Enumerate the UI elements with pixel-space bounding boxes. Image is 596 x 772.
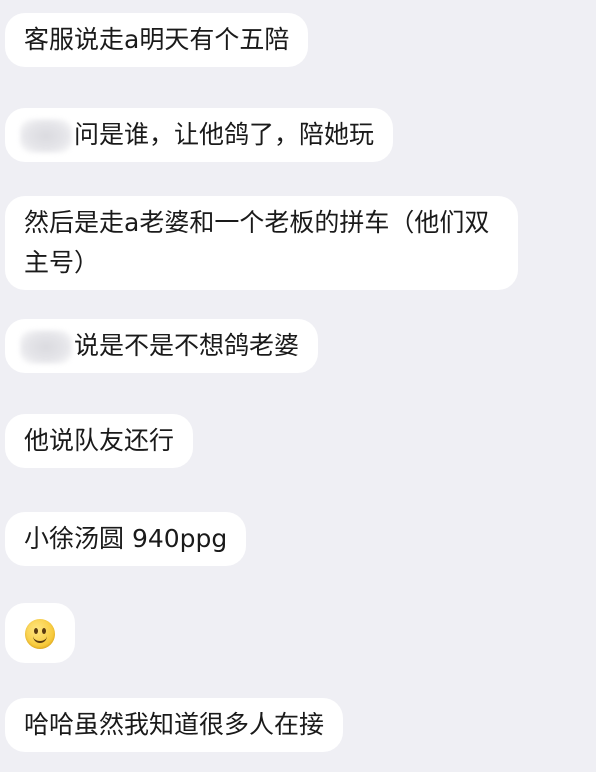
message-text: 他说队友还行 [24, 426, 175, 455]
message-text: 客服说走a明天有个五陪 [24, 25, 290, 54]
message-bubble-8[interactable]: 哈哈虽然我知道很多人在接 [5, 698, 344, 752]
chat-message-list[interactable]: 客服说走a明天有个五陪 问是谁，让他鸽了，陪她玩 然后是走a老婆和一个老板的拼车… [0, 0, 596, 772]
message-bubble-3[interactable]: 然后是走a老婆和一个老板的拼车（他们双主号） [5, 196, 518, 290]
message-bubble-2[interactable]: 问是谁，让他鸽了，陪她玩 [5, 108, 394, 162]
message-bubble-1[interactable]: 客服说走a明天有个五陪 [5, 13, 309, 67]
message-text: 然后是走a老婆和一个老板的拼车（他们双主号） [24, 208, 490, 277]
message-text: 小徐汤圆 940ppg [24, 524, 228, 553]
message-bubble-5[interactable]: 他说队友还行 [5, 414, 194, 468]
redacted-name [20, 330, 72, 364]
message-text: 问是谁，让他鸽了，陪她玩 [74, 120, 375, 149]
message-text: 哈哈虽然我知道很多人在接 [24, 710, 325, 739]
redacted-name [20, 119, 72, 153]
message-text: 说是不是不想鸽老婆 [74, 331, 300, 360]
message-bubble-4[interactable]: 说是不是不想鸽老婆 [5, 319, 319, 373]
message-bubble-6[interactable]: 小徐汤圆 940ppg [5, 512, 247, 566]
message-bubble-7[interactable] [5, 603, 75, 663]
slightly-smiling-face-icon [25, 619, 55, 649]
